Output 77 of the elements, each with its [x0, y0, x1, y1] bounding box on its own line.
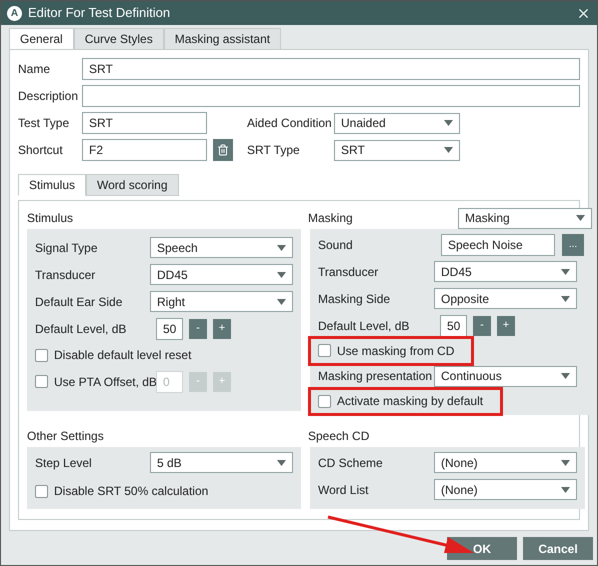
step-button[interactable]: + — [497, 316, 515, 336]
field-label: Default Level, dB — [318, 318, 410, 334]
field-label: Transducer — [35, 266, 96, 284]
dropdown[interactable]: Continuous — [434, 366, 577, 386]
caret-icon — [277, 460, 286, 466]
dropdown[interactable]: Speech — [150, 237, 293, 258]
checkbox[interactable] — [35, 484, 48, 498]
text-field[interactable]: F2 — [82, 139, 207, 161]
field-label: Name — [18, 61, 52, 78]
dropdown[interactable]: SRT — [334, 140, 460, 160]
text-field[interactable]: SRT — [82, 58, 580, 80]
dropdown[interactable]: DD45 — [434, 261, 577, 282]
dropdown[interactable]: Opposite — [434, 288, 577, 309]
caret-icon — [561, 296, 570, 302]
field-label: Sound — [318, 236, 354, 254]
step-button[interactable]: - — [473, 316, 491, 336]
dropdown[interactable]: (None) — [434, 452, 577, 473]
section-title: Other Settings — [27, 428, 104, 445]
field-label: Shortcut — [18, 142, 64, 159]
caret-icon — [277, 272, 286, 278]
caret-icon — [444, 120, 453, 126]
tab[interactable]: Curve Styles — [74, 28, 164, 50]
field-label: Masking Side — [318, 290, 392, 308]
field-label: SRT Type — [247, 142, 301, 159]
dropdown[interactable]: DD45 — [150, 264, 293, 285]
section-title: Stimulus — [27, 210, 74, 227]
text-field[interactable]: SRT — [82, 112, 207, 134]
checkbox[interactable] — [35, 348, 48, 362]
caret-icon — [277, 298, 286, 304]
field-label: Word List — [318, 482, 370, 498]
checkbox-label: Disable SRT 50% calculation — [54, 483, 208, 500]
caret-icon — [576, 215, 585, 221]
trash-icon — [217, 144, 229, 156]
checkbox-label: Disable default level reset — [54, 347, 192, 364]
field-label: CD Scheme — [318, 454, 384, 472]
field-label: Aided Condition — [247, 115, 333, 132]
checkbox[interactable] — [318, 394, 331, 408]
section-title: Masking — [308, 210, 353, 227]
caret-icon — [561, 486, 570, 492]
delete-button[interactable] — [213, 139, 233, 161]
dropdown[interactable]: (None) — [434, 479, 577, 500]
field-label: Default Ear Side — [35, 294, 124, 310]
text-field[interactable]: Speech Noise — [441, 234, 555, 256]
caret-icon — [561, 268, 570, 274]
caret-icon — [561, 460, 570, 466]
dropdown[interactable]: 5 dB — [150, 452, 293, 473]
browse-button[interactable]: ... — [562, 234, 584, 256]
checkbox-label: Activate masking by default — [337, 393, 484, 410]
text-field[interactable] — [82, 85, 580, 107]
dropdown[interactable]: Masking — [458, 208, 592, 228]
tab[interactable]: Word scoring — [86, 174, 178, 196]
checkbox[interactable] — [318, 344, 331, 358]
level-field[interactable]: 50 — [440, 314, 467, 336]
dropdown[interactable]: Unaided — [334, 112, 460, 134]
app-logo: A — [7, 6, 22, 20]
step-button[interactable]: + — [213, 318, 231, 338]
dialog-button[interactable]: Cancel — [523, 537, 593, 560]
field-label: Masking presentation — [318, 368, 434, 385]
checkbox-label: Use PTA Offset, dB — [54, 374, 157, 390]
level-field[interactable]: 50 — [156, 318, 183, 340]
window-title: Editor For Test Definition — [28, 4, 172, 22]
field-label: Signal Type — [35, 240, 98, 256]
field-label: Transducer — [318, 264, 380, 280]
field-label: Test Type — [18, 115, 70, 132]
field-label: Default Level, dB — [35, 320, 128, 338]
dropdown[interactable]: Right — [150, 291, 293, 312]
tab[interactable]: Masking assistant — [164, 28, 282, 50]
checkbox-label: Use masking from CD — [337, 342, 454, 360]
caret-icon — [561, 373, 570, 379]
field-label: Step Level — [35, 454, 93, 472]
caret-icon — [277, 244, 286, 250]
step-button[interactable]: - — [189, 318, 207, 338]
tab[interactable]: General — [9, 28, 74, 50]
caret-icon — [444, 147, 453, 153]
tab[interactable]: Stimulus — [18, 174, 86, 196]
field-label: Description — [18, 88, 80, 105]
section-title: Speech CD — [308, 428, 370, 445]
